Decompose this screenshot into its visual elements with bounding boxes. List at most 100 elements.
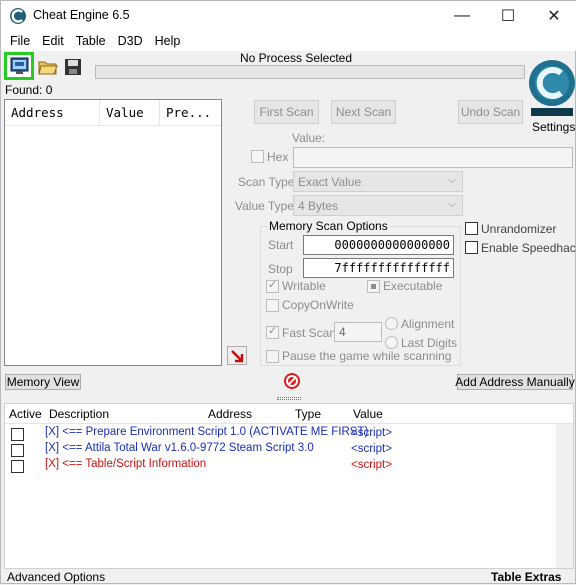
- title-bar: Cheat Engine 6.5 — ☐ ✕: [1, 1, 576, 31]
- stop-address-input[interactable]: 7fffffffffffffff: [303, 258, 454, 278]
- fast-scan-input[interactable]: 4: [334, 322, 382, 342]
- speedhack-label: Enable Speedhack: [481, 241, 576, 255]
- menu-table[interactable]: Table: [70, 31, 112, 51]
- unrandomizer-checkbox[interactable]: [465, 222, 478, 235]
- menu-d3d[interactable]: D3D: [112, 31, 149, 51]
- address-list[interactable]: Active Description Address Type Value [X…: [4, 403, 574, 569]
- results-header: Address Value Pre...: [5, 100, 221, 126]
- chevron-down-icon: ⌵: [448, 199, 456, 210]
- scan-type-select[interactable]: Exact Value ⌵: [293, 171, 463, 192]
- copyonwrite-label: CopyOnWrite: [282, 298, 354, 312]
- menu-bar: File Edit Table D3D Help: [1, 31, 576, 51]
- address-list-scrollbar[interactable]: [556, 424, 573, 568]
- last-digits-radio[interactable]: [385, 336, 398, 349]
- add-to-list-button[interactable]: [227, 346, 247, 365]
- scan-results-list[interactable]: Address Value Pre...: [4, 99, 222, 366]
- alignment-radio[interactable]: [385, 317, 398, 330]
- address-list-header: Active Description Address Type Value: [5, 404, 573, 424]
- active-checkbox[interactable]: [11, 460, 24, 473]
- pause-game-checkbox[interactable]: [266, 350, 279, 363]
- column-address[interactable]: Address: [5, 100, 100, 125]
- value-label: Value:: [292, 131, 326, 145]
- found-count: Found: 0: [5, 83, 53, 97]
- settings-logo-icon[interactable]: [527, 53, 576, 119]
- column-active[interactable]: Active: [9, 407, 42, 421]
- window-title: Cheat Engine 6.5: [33, 8, 130, 22]
- active-checkbox[interactable]: [11, 444, 24, 457]
- red-arrow-icon: [231, 349, 244, 362]
- advanced-options-link[interactable]: Advanced Options: [7, 570, 105, 584]
- row-description: [X] <== Table/Script Information: [45, 458, 207, 470]
- checkmark-icon: ✓: [268, 279, 278, 291]
- settings-label[interactable]: Settings: [532, 120, 575, 134]
- executable-checkbox[interactable]: [367, 280, 380, 293]
- value-type-select[interactable]: 4 Bytes ⌵: [293, 195, 463, 216]
- scan-type-value: Exact Value: [298, 174, 362, 189]
- open-process-highlight[interactable]: [4, 52, 34, 80]
- fast-scan-checkbox[interactable]: ✓: [266, 325, 279, 339]
- active-checkbox[interactable]: [11, 428, 24, 441]
- status-bar: Advanced Options Table Extras: [1, 569, 576, 585]
- chevron-down-icon: ⌵: [448, 175, 456, 186]
- pause-game-label: Pause the game while scanning: [282, 349, 452, 363]
- writable-checkbox[interactable]: ✓: [266, 279, 279, 293]
- speedhack-checkbox[interactable]: [465, 241, 478, 254]
- menu-edit[interactable]: Edit: [36, 31, 70, 51]
- column-value[interactable]: Value: [100, 100, 160, 125]
- executable-label: Executable: [383, 279, 443, 293]
- process-label: No Process Selected: [239, 51, 353, 65]
- stop-sign-icon[interactable]: [283, 372, 301, 390]
- row-value: <script>: [351, 459, 392, 471]
- writable-label: Writable: [282, 279, 326, 293]
- cheat-engine-logo-icon: [10, 8, 26, 24]
- row-description: [X] <== Prepare Environment Script 1.0 (…: [45, 426, 369, 438]
- start-label: Start: [268, 238, 294, 252]
- stop-label: Stop: [268, 262, 293, 276]
- hex-checkbox[interactable]: [251, 150, 264, 163]
- row-description: [X] <== Attila Total War v1.6.0-9772 Ste…: [45, 442, 314, 454]
- fast-scan-label: Fast Scan: [282, 326, 337, 340]
- checkmark-icon: ✓: [268, 325, 278, 337]
- column-value[interactable]: Value: [353, 407, 383, 421]
- memory-scan-options-title: Memory Scan Options: [267, 219, 390, 233]
- hex-label: Hex: [267, 150, 289, 164]
- undo-scan-button[interactable]: Undo Scan: [458, 100, 523, 124]
- column-description[interactable]: Description: [49, 407, 109, 421]
- open-process-icon: [10, 57, 29, 74]
- next-scan-button[interactable]: Next Scan: [331, 100, 396, 124]
- maximize-button[interactable]: ☐: [485, 1, 531, 31]
- menu-help[interactable]: Help: [149, 31, 187, 51]
- save-button[interactable]: [62, 56, 84, 78]
- close-button[interactable]: ✕: [531, 1, 576, 31]
- floppy-disk-icon: [65, 59, 81, 75]
- add-address-manually-button[interactable]: Add Address Manually: [455, 374, 575, 390]
- menu-file[interactable]: File: [4, 31, 36, 51]
- minimize-button[interactable]: —: [439, 1, 485, 31]
- first-scan-button[interactable]: First Scan: [254, 100, 319, 124]
- column-address[interactable]: Address: [208, 407, 252, 421]
- value-type-value: 4 Bytes: [298, 198, 339, 213]
- table-extras-link[interactable]: Table Extras: [491, 570, 561, 584]
- folder-open-icon: [38, 61, 58, 75]
- splitter-handle[interactable]: [277, 397, 301, 400]
- unrandomizer-label: Unrandomizer: [481, 222, 557, 236]
- value-input[interactable]: [293, 147, 573, 168]
- row-value: <script>: [351, 443, 392, 455]
- row-value: <script>: [351, 427, 392, 439]
- table-row[interactable]: [X] <== Table/Script Information <script…: [5, 458, 573, 474]
- alignment-label: Alignment: [401, 317, 455, 331]
- table-row[interactable]: [X] <== Attila Total War v1.6.0-9772 Ste…: [5, 442, 573, 458]
- indeterminate-mark-icon: [371, 284, 376, 289]
- column-previous[interactable]: Pre...: [160, 100, 221, 125]
- memory-view-button[interactable]: Memory View: [5, 374, 81, 390]
- start-address-input[interactable]: 0000000000000000: [303, 235, 454, 255]
- scan-type-label: Scan Type: [238, 175, 295, 189]
- last-digits-label: Last Digits: [401, 336, 458, 350]
- scan-progress-bar: [95, 65, 525, 79]
- column-type[interactable]: Type: [295, 407, 321, 421]
- value-type-label: Value Type: [235, 199, 294, 213]
- copyonwrite-checkbox[interactable]: [266, 299, 279, 312]
- open-file-button[interactable]: [37, 56, 59, 78]
- cheat-engine-window: Cheat Engine 6.5 — ☐ ✕ File Edit Table D…: [0, 0, 576, 584]
- table-row[interactable]: [X] <== Prepare Environment Script 1.0 (…: [5, 426, 573, 442]
